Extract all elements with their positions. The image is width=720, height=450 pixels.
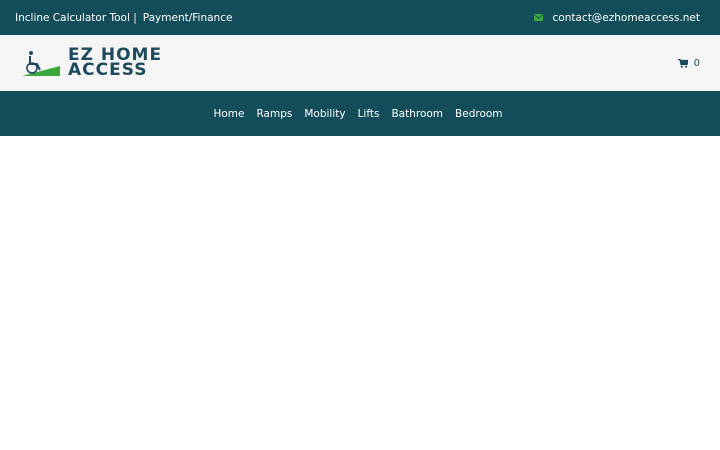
logo-text: EZ HOME ACCESS (68, 47, 162, 80)
incline-calculator-link[interactable]: Incline Calculator Tool | (15, 12, 137, 24)
nav-item-mobility[interactable]: Mobility (304, 108, 345, 120)
nav-item-ramps[interactable]: Ramps (256, 108, 292, 120)
wheelchair-ramp-icon (22, 51, 60, 76)
nav-item-bathroom[interactable]: Bathroom (391, 108, 443, 120)
nav-item-home[interactable]: Home (213, 108, 244, 120)
payment-finance-link[interactable]: Payment/Finance (143, 12, 233, 24)
cart-icon (677, 58, 688, 68)
top-bar-links: Incline Calculator Tool | Payment/Financ… (15, 12, 232, 24)
cart-button[interactable]: 0 (677, 57, 700, 69)
cart-count: 0 (693, 57, 700, 69)
main-navigation: Home Ramps Mobility Lifts Bathroom Bedro… (0, 91, 720, 136)
nav-item-bedroom[interactable]: Bedroom (455, 108, 503, 120)
envelope-icon (533, 14, 543, 21)
page-content (0, 136, 720, 450)
site-logo[interactable]: EZ HOME ACCESS (22, 47, 162, 80)
nav-item-lifts[interactable]: Lifts (358, 108, 380, 120)
logo-line-2: ACCESS (68, 60, 148, 80)
top-bar: Incline Calculator Tool | Payment/Financ… (0, 0, 720, 35)
top-bar-contact: contact@ezhomeaccess.net (533, 12, 700, 24)
site-header: EZ HOME ACCESS 0 (0, 35, 720, 91)
contact-email-link[interactable]: contact@ezhomeaccess.net (553, 12, 700, 24)
